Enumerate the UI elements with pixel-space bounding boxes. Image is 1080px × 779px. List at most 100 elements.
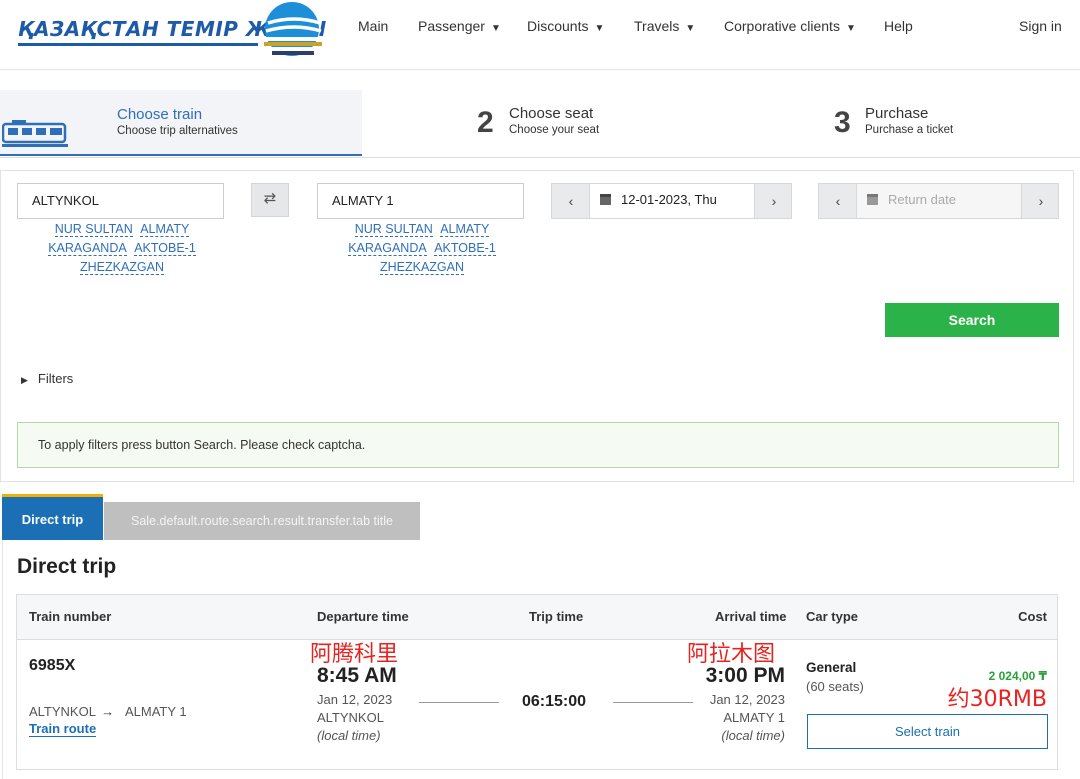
car-type: General [806, 660, 857, 675]
nav-discounts[interactable]: Discounts ▼ [527, 18, 604, 34]
train-route-link[interactable]: Train route [29, 720, 97, 738]
nav-main[interactable]: Main [358, 18, 388, 34]
seat-count: (60 seats) [806, 679, 864, 694]
route-to: ALMATY 1 [125, 704, 187, 719]
to-station-input[interactable]: ALMATY 1 [317, 183, 524, 219]
col-trip-time: Trip time [529, 609, 584, 624]
route-summary: ALTYNKOL → ALMATY 1 [29, 703, 187, 720]
return-date-placeholder: Return date [888, 192, 956, 207]
select-train-button[interactable]: Select train [807, 714, 1048, 749]
departure-time: 8:45 AM [317, 664, 397, 687]
departure-date-value: 12-01-2023, Thu [621, 192, 717, 207]
logo-underline [18, 43, 258, 46]
arrival-time: 3:00 PM [705, 664, 785, 687]
table-row: 6985X ALTYNKOL → ALMATY 1 Train route 阿腾… [17, 640, 1057, 770]
caret-right-icon: ▶ [21, 375, 28, 385]
filters-toggle[interactable]: ▶ Filters [21, 371, 73, 386]
col-arrival-time: Arrival time [715, 609, 787, 624]
chevron-right-icon: › [1038, 193, 1044, 209]
step-1-subtitle: Choose trip alternatives [117, 125, 238, 137]
nav-corporative-label: Corporative clients [724, 18, 840, 34]
quick-stations-to: NUR SULTAN ALMATY KARAGANDA AKTOBE-1 ZHE… [317, 220, 527, 277]
caret-down-icon: ▼ [685, 23, 696, 34]
quick-to-almaty[interactable]: ALMATY [440, 222, 490, 237]
quick-to-aktobe[interactable]: AKTOBE-1 [434, 241, 496, 256]
quick-to-karaganda[interactable]: KARAGANDA [348, 241, 427, 256]
prev-return-date-button[interactable]: ‹ [819, 184, 857, 218]
quick-from-karaganda[interactable]: KARAGANDA [48, 241, 127, 256]
col-train-number: Train number [29, 609, 112, 624]
results-title: Direct trip [17, 555, 117, 578]
departure-date-field[interactable]: 12-01-2023, Thu [589, 184, 755, 218]
quick-from-nur-sultan[interactable]: NUR SULTAN [54, 222, 133, 237]
quick-to-zhezkazgan[interactable]: ZHEZKAZGAN [379, 260, 465, 275]
step-3-number: 3 [834, 106, 851, 139]
chevron-left-icon: ‹ [835, 193, 841, 209]
tab-direct-trip[interactable]: Direct trip [2, 494, 103, 540]
nav-passenger-label: Passenger [418, 18, 485, 34]
results-table: Train number Departure time Trip time Ar… [16, 594, 1058, 770]
filters-label: Filters [37, 371, 74, 386]
next-date-button[interactable]: › [755, 184, 793, 218]
search-card: ALTYNKOL ⇄ ALMATY 1 NUR SULTAN ALMATY KA… [0, 170, 1074, 482]
nav-help[interactable]: Help [884, 18, 913, 34]
quick-stations-from: NUR SULTAN ALMATY KARAGANDA AKTOBE-1 ZHE… [17, 220, 227, 277]
logo-icon[interactable] [264, 1, 322, 57]
train-number: 6985X [29, 657, 76, 674]
step-2-number: 2 [477, 106, 494, 139]
nav-passenger[interactable]: Passenger ▼ [418, 18, 501, 34]
route-from: ALTYNKOL [29, 704, 96, 719]
timeline-left [419, 702, 499, 703]
calendar-icon [867, 194, 878, 205]
from-station-input[interactable]: ALTYNKOL [17, 183, 224, 219]
return-date-field[interactable]: Return date [856, 184, 1022, 218]
quick-to-nur-sultan[interactable]: NUR SULTAN [354, 222, 433, 237]
trip-duration: 06:15:00 [522, 693, 587, 710]
step-3-title: Purchase [865, 105, 929, 122]
arrival-local-time: (local time) [721, 728, 785, 743]
nav-discounts-label: Discounts [527, 18, 589, 34]
booking-steps: Choose train Choose trip alternatives 2 … [0, 88, 1080, 158]
departure-local-time: (local time) [317, 728, 381, 743]
caret-down-icon: ▼ [594, 23, 605, 34]
step-2-title: Choose seat [509, 105, 594, 122]
swap-stations-button[interactable]: ⇄ [251, 183, 289, 217]
filter-notice: To apply filters press button Search. Pl… [17, 422, 1059, 468]
col-car-type: Car type [806, 609, 859, 624]
table-header: Train number Departure time Trip time Ar… [17, 595, 1057, 640]
quick-from-zhezkazgan[interactable]: ZHEZKAZGAN [79, 260, 165, 275]
departure-date: Jan 12, 2023 [317, 692, 393, 707]
step-purchase: Purchase Purchase a ticket [865, 105, 953, 136]
departure-date-picker: ‹ 12-01-2023, Thu › [551, 183, 792, 219]
step-3-subtitle: Purchase a ticket [865, 124, 954, 136]
step-2-subtitle: Choose your seat [509, 124, 600, 136]
tab-transfer[interactable]: Sale.default.route.search.result.transfe… [104, 502, 420, 540]
train-route-label: Train route [29, 721, 97, 737]
search-button[interactable]: Search [885, 303, 1059, 337]
train-icon [2, 120, 68, 147]
timeline-right [613, 702, 693, 703]
quick-from-aktobe[interactable]: AKTOBE-1 [134, 241, 196, 256]
prev-date-button[interactable]: ‹ [552, 184, 590, 218]
col-cost: Cost [1018, 609, 1047, 624]
swap-icon: ⇄ [263, 190, 277, 207]
nav-help-label: Help [884, 18, 913, 34]
arrow-right-icon: → [101, 704, 115, 719]
step-choose-train[interactable]: Choose train Choose trip alternatives [0, 90, 362, 156]
nav-main-label: Main [358, 18, 389, 34]
nav-travels[interactable]: Travels ▼ [634, 18, 695, 34]
calendar-icon [600, 194, 611, 205]
price-annotation: 约30RMB [947, 687, 1047, 712]
step-choose-seat: Choose seat Choose your seat [509, 105, 599, 136]
nav-corporative-clients[interactable]: Corporative clients ▼ [724, 18, 856, 34]
chevron-right-icon: › [771, 193, 777, 209]
arrival-station: ALMATY 1 [723, 710, 785, 725]
next-return-date-button[interactable]: › [1022, 184, 1060, 218]
departure-station: ALTYNKOL [317, 710, 384, 725]
arrival-date: Jan 12, 2023 [709, 692, 785, 707]
top-header: ҚАЗАҚСТАН ТЕМІР ЖОЛЫ Main Passenger ▼ Dis… [0, 0, 1080, 70]
caret-down-icon: ▼ [490, 23, 501, 34]
nav-travels-label: Travels [634, 18, 680, 34]
quick-from-almaty[interactable]: ALMATY [140, 222, 190, 237]
sign-in-link[interactable]: Sign in [1019, 18, 1062, 34]
